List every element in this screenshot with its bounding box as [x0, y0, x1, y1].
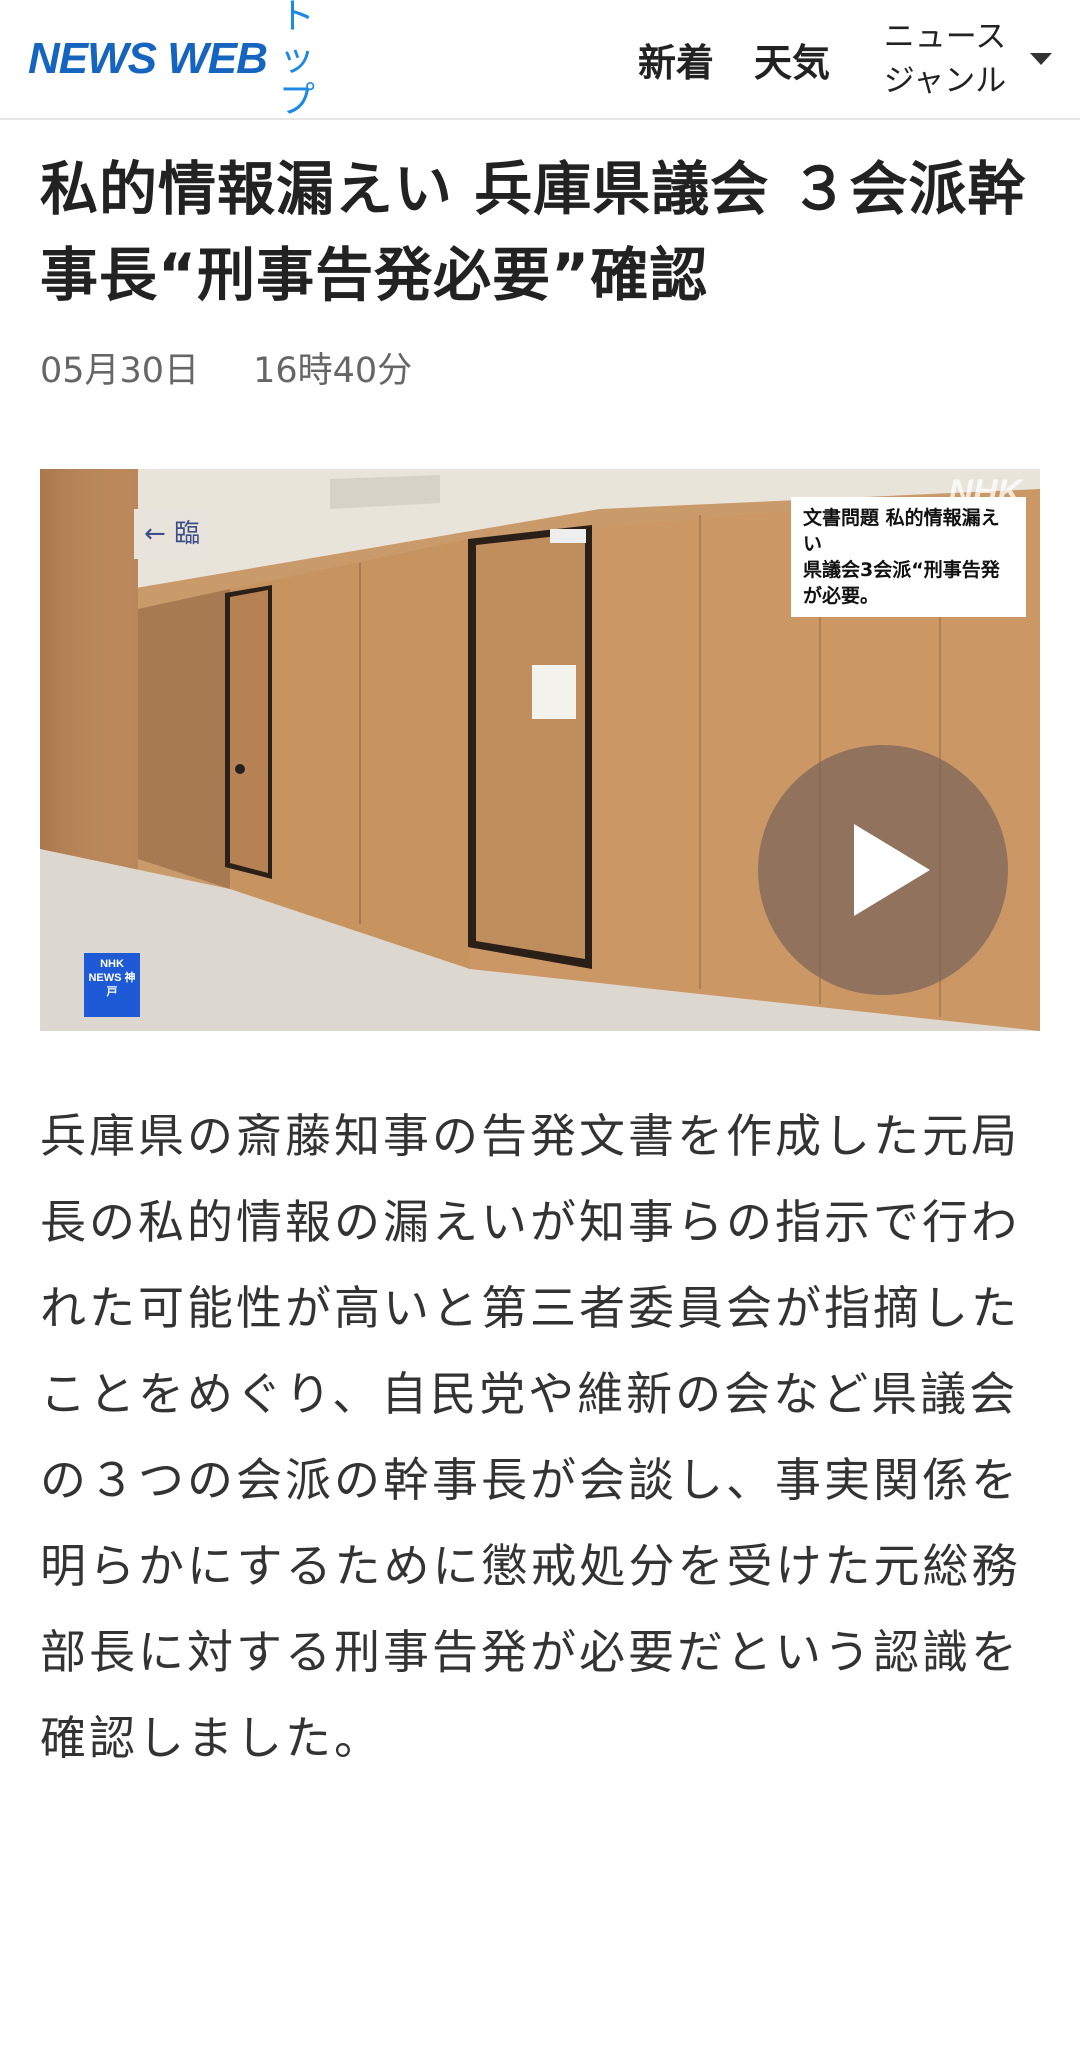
video-player[interactable]: ← 臨 NHK 文書問題 私的情報漏えい 県議会3会派“刑事告発が必要。 NHK… — [40, 469, 1040, 1031]
nhk-news-badge: NHK NEWS 神戸 — [84, 953, 140, 1017]
news-web-logo[interactable]: NEWS WEB — [28, 34, 268, 84]
chevron-down-icon — [1030, 53, 1052, 65]
video-caption-line2: 県議会3会派“刑事告発が必要。 — [803, 559, 1000, 607]
top-link[interactable]: トップ — [279, 0, 343, 121]
play-button[interactable] — [758, 745, 1008, 995]
sign-arrow: ← 臨 — [134, 509, 210, 559]
article-datetime: 05月30日 16時40分 — [40, 342, 1040, 393]
article-time: 16時40分 — [253, 351, 413, 391]
article-date: 05月30日 — [40, 351, 200, 391]
nav-genre-dropdown[interactable]: ニュースジャンル — [870, 15, 1052, 103]
site-header: NEWS WEB トップ 新着 天気 ニュースジャンル — [0, 0, 1080, 121]
nav-new[interactable]: 新着 — [638, 32, 714, 87]
video-caption-line1: 文書問題 私的情報漏えい — [803, 507, 1000, 555]
nav-genre-label: ニュースジャンル — [883, 19, 1007, 99]
play-icon — [854, 824, 930, 916]
article-body: 兵庫県の斎藤知事の告発文書を作成した元局長の私的情報の漏えいが知事らの指示で行わ… — [40, 1109, 1021, 1765]
video-caption: 文書問題 私的情報漏えい 県議会3会派“刑事告発が必要。 — [791, 497, 1026, 617]
article-title: 私的情報漏えい 兵庫県議会 ３会派幹事長“刑事告発必要”確認 — [40, 155, 1027, 309]
article: 私的情報漏えい 兵庫県議会 ３会派幹事長“刑事告発必要”確認 05月30日 16… — [0, 146, 1080, 1781]
nav-weather[interactable]: 天気 — [754, 32, 830, 87]
main-nav: 新着 天気 ニュースジャンル — [598, 15, 1052, 103]
